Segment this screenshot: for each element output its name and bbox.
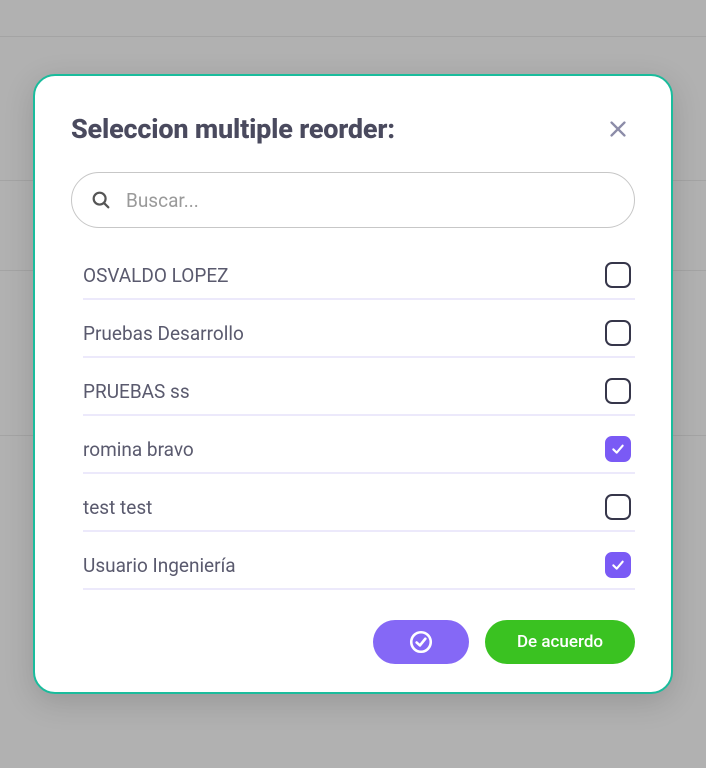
list-item-label: Usuario Ingeniería — [83, 554, 236, 577]
checkbox[interactable] — [605, 494, 631, 520]
search-field[interactable] — [71, 172, 635, 228]
list-item[interactable]: Pruebas Desarrollo — [83, 306, 635, 358]
list-item[interactable]: OSVALDO LOPEZ — [83, 248, 635, 300]
dialog-footer: De acuerdo — [71, 620, 635, 664]
checkbox[interactable] — [605, 320, 631, 346]
search-icon — [90, 189, 112, 211]
list-item-label: Pruebas Desarrollo — [83, 322, 244, 345]
list-item[interactable]: test test — [83, 480, 635, 532]
check-circle-icon — [408, 629, 434, 655]
dialog-header: Seleccion multiple reorder: — [71, 112, 635, 146]
close-button[interactable] — [601, 112, 635, 146]
reorder-dialog: Seleccion multiple reorder: OSVALDO LOPE… — [33, 74, 673, 694]
list-item-label: test test — [83, 496, 152, 519]
ok-button[interactable]: De acuerdo — [485, 620, 635, 664]
search-input[interactable] — [126, 189, 616, 212]
list-item-label: PRUEBAS ss — [83, 380, 190, 403]
checkbox[interactable] — [605, 436, 631, 462]
checkbox[interactable] — [605, 378, 631, 404]
list-item-label: romina bravo — [83, 438, 194, 461]
close-icon — [607, 118, 629, 140]
dialog-title: Seleccion multiple reorder: — [71, 113, 395, 145]
list-item[interactable]: PRUEBAS ss — [83, 364, 635, 416]
list-item[interactable]: romina bravo — [83, 422, 635, 474]
checkbox[interactable] — [605, 262, 631, 288]
modal-overlay: Seleccion multiple reorder: OSVALDO LOPE… — [0, 0, 706, 768]
check-icon — [610, 441, 626, 457]
checkbox[interactable] — [605, 552, 631, 578]
apply-selection-button[interactable] — [373, 620, 469, 664]
item-list: OSVALDO LOPEZ Pruebas Desarrollo PRUEBAS s… — [71, 248, 635, 590]
list-item[interactable]: Usuario Ingeniería — [83, 538, 635, 590]
check-icon — [610, 557, 626, 573]
list-item-label: OSVALDO LOPEZ — [83, 264, 229, 287]
